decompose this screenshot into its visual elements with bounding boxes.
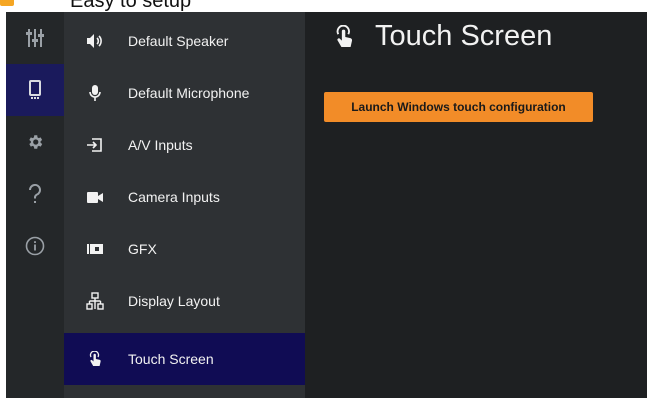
camera-icon [86,188,104,206]
iconbar-item-devices[interactable] [6,64,64,116]
page-title: Touch Screen [375,20,553,52]
nav-item-label: Default Speaker [128,33,229,49]
nav-item-camera-inputs[interactable]: Camera Inputs [64,171,305,223]
nav-item-display-layout[interactable]: Display Layout [64,275,305,327]
nav-item-av-inputs[interactable]: A/V Inputs [64,119,305,171]
icon-sidebar [6,12,64,398]
gfx-icon [86,240,104,258]
iconbar-item-help[interactable] [6,168,64,220]
nav-item-label: GFX [128,241,157,257]
touch-icon [331,22,357,52]
main-panel: Touch Screen Launch Windows touch config… [305,12,647,398]
nav-item-label: Default Microphone [128,85,250,101]
nav-item-label: Display Layout [128,293,220,309]
nav-item-label: Camera Inputs [128,189,220,205]
title-bar: Easy to setup [0,0,647,12]
nav-item-label: A/V Inputs [128,137,193,153]
iconbar-item-mixer[interactable] [6,12,64,64]
nav-item-label: Touch Screen [128,351,214,367]
app-logo [0,0,14,6]
speaker-icon [86,32,104,50]
info-icon [25,236,45,256]
input-icon [86,136,104,154]
page-header: Touch Screen [331,20,552,53]
display-layout-icon [86,292,104,310]
gear-icon [29,135,43,149]
microphone-icon [86,84,104,102]
nav-item-gfx[interactable]: GFX [64,223,305,275]
touch-icon [86,350,104,368]
nav-item-default-microphone[interactable]: Default Microphone [64,67,305,119]
app-window: Default Speaker Default Microphone A/V I… [6,12,647,398]
question-icon [28,184,41,203]
launch-touch-config-button[interactable]: Launch Windows touch configuration [324,92,593,122]
settings-nav: Default Speaker Default Microphone A/V I… [64,12,305,398]
nav-item-touch-screen[interactable]: Touch Screen [64,333,305,385]
iconbar-item-settings[interactable] [6,116,64,168]
window-title: Easy to setup [70,0,192,12]
device-icon [29,80,41,99]
iconbar-item-info[interactable] [6,220,64,272]
nav-item-default-speaker[interactable]: Default Speaker [64,15,305,67]
mixer-sliders-icon [26,29,44,47]
